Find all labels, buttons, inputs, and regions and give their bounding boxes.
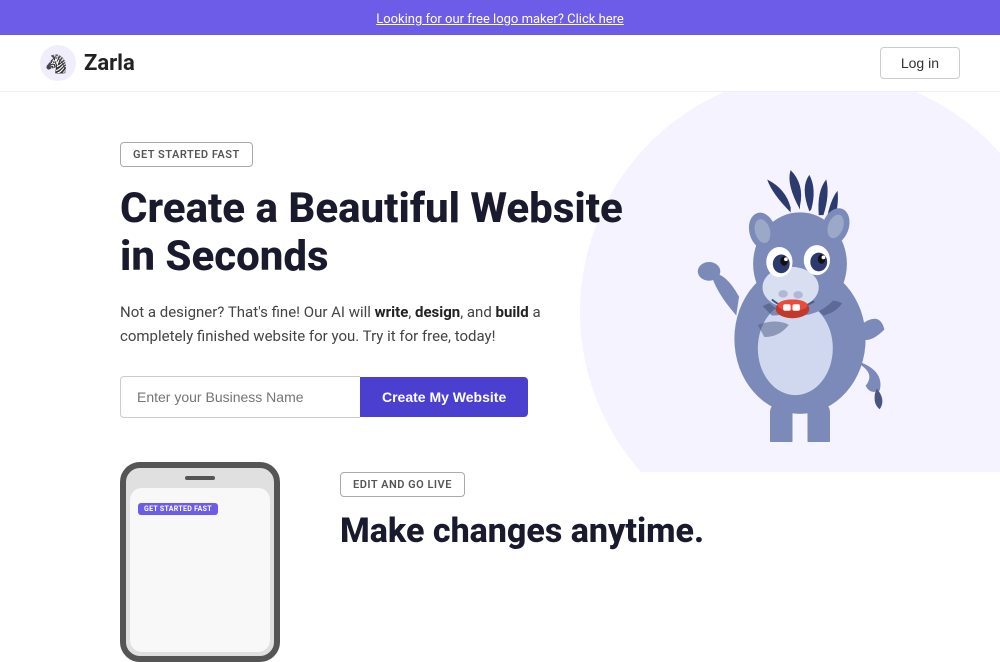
lower-section: GET STARTED FAST EDIT AND GO LIVE Make c… [0, 462, 1000, 662]
navbar: 🦓 Zarla Log in [0, 35, 1000, 92]
phone-badge: GET STARTED FAST [138, 503, 218, 515]
lower-text-area: EDIT AND GO LIVE Make changes anytime. [340, 462, 704, 552]
hero-section: GET STARTED FAST Create a Beautiful Webs… [0, 92, 1000, 472]
zarla-logo-icon: 🦓 [40, 45, 76, 81]
bold-write: write [375, 303, 409, 321]
lower-section-title: Make changes anytime. [340, 511, 704, 552]
phone-mockup: GET STARTED FAST [120, 462, 280, 662]
zebra-mascot [670, 142, 930, 442]
login-button[interactable]: Log in [880, 47, 960, 79]
create-website-button[interactable]: Create My Website [360, 377, 528, 417]
hero-mascot-area [640, 132, 960, 452]
phone-screen: GET STARTED FAST [130, 488, 270, 652]
hero-title: Create a Beautiful Website in Seconds [120, 185, 640, 282]
top-banner: Looking for our free logo maker? Click h… [0, 0, 1000, 35]
hero-content: GET STARTED FAST Create a Beautiful Webs… [120, 132, 640, 418]
bold-build: build [496, 303, 529, 321]
cta-row: Create My Website [120, 376, 640, 418]
edit-go-live-badge: EDIT AND GO LIVE [340, 472, 465, 497]
business-name-input[interactable] [120, 376, 360, 418]
logo-text: Zarla [84, 51, 135, 76]
logo-area: 🦓 Zarla [40, 45, 135, 81]
banner-link[interactable]: Looking for our free logo maker? Click h… [376, 12, 624, 27]
bold-design: design [415, 303, 460, 321]
phone-screen-inner: GET STARTED FAST [130, 488, 270, 523]
svg-text:🦓: 🦓 [45, 53, 67, 75]
hero-subtitle: Not a designer? That's fine! Our AI will… [120, 300, 550, 348]
hero-badge: GET STARTED FAST [120, 142, 253, 167]
